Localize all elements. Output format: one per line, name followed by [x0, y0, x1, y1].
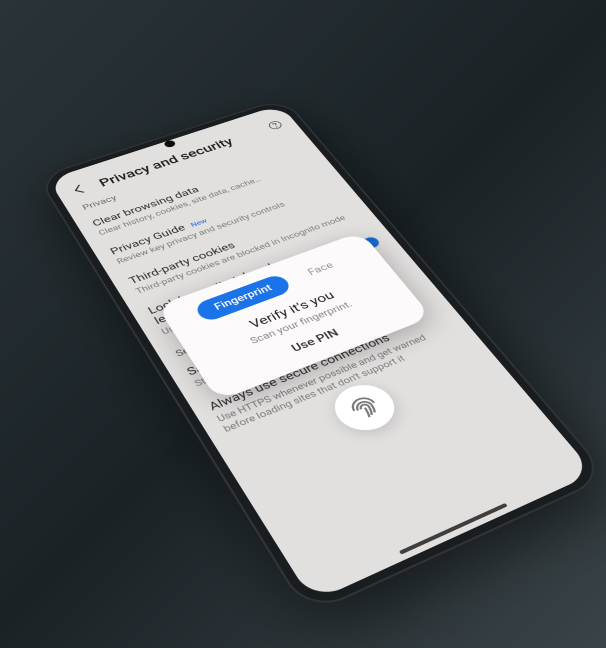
- biometric-dialog: Fingerprint Face Verify it's you Scan yo…: [157, 232, 432, 401]
- modal-scrim[interactable]: Fingerprint Face Verify it's you Scan yo…: [48, 105, 594, 602]
- fingerprint-icon: [341, 389, 389, 427]
- phone-frame: Privacy and security Privacy Clear brows…: [37, 98, 606, 616]
- screen: Privacy and security Privacy Clear brows…: [48, 105, 594, 602]
